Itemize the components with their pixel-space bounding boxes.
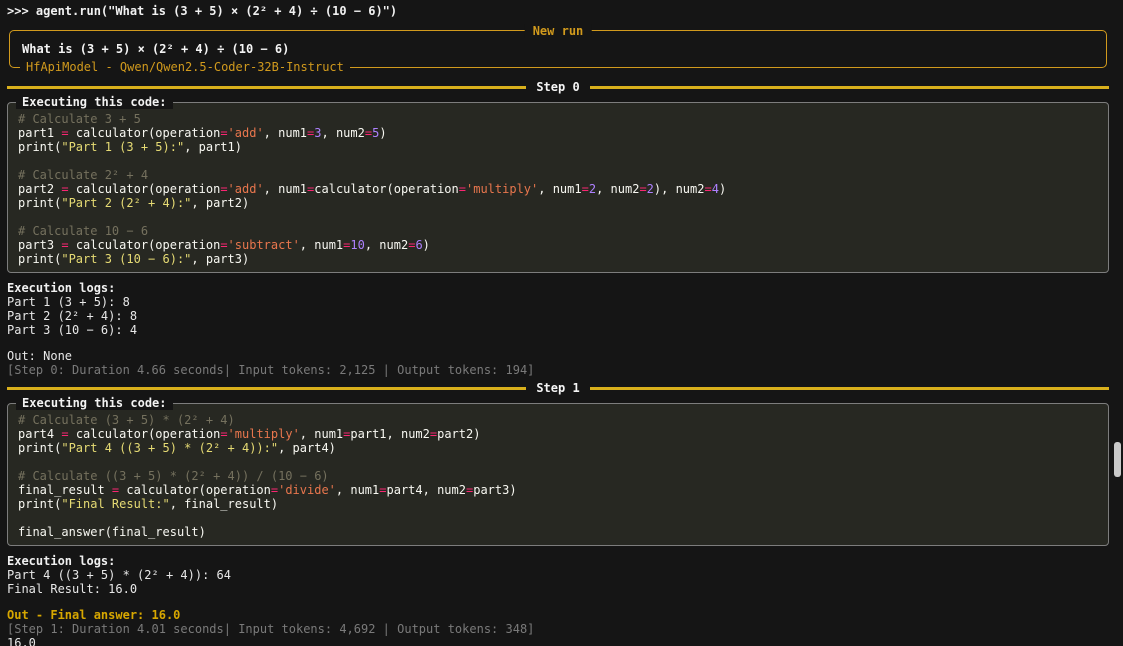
code-line: part3 = calculator(operation='subtract',… — [18, 238, 430, 252]
code-line: final_answer(final_result) — [18, 525, 206, 539]
code-line: # Calculate 3 + 5 — [18, 112, 141, 126]
task-text: What is (3 + 5) × (2² + 4) ÷ (10 − 6) — [22, 42, 290, 56]
code-line: # Calculate 10 − 6 — [18, 224, 149, 238]
steps-container: Step 0 Executing this code: # Calculate 3 … — [7, 80, 1110, 636]
code-line: part1 = calculator(operation='add', num1… — [18, 126, 387, 140]
step-label: Step 1 — [536, 381, 580, 395]
code-panel: Executing this code: # Calculate 3 + 5 par… — [7, 95, 1109, 273]
code-line: part4 = calculator(operation='multiply',… — [18, 427, 481, 441]
execution-logs-title: Execution logs: — [7, 554, 116, 568]
new-run-panel: New run What is (3 + 5) × (2² + 4) ÷ (10… — [9, 24, 1107, 74]
code-line: # Calculate 2² + 4 — [18, 168, 149, 182]
repl-return-value: 16.0 — [7, 636, 36, 646]
code-line: print("Final Result:", final_result) — [18, 497, 279, 511]
out-line: Out - Final answer: 16.0 — [7, 608, 181, 622]
code-line: print("Part 1 (3 + 5):", part1) — [18, 140, 242, 154]
rule-line — [7, 85, 527, 89]
step-rule: Step 0 — [7, 80, 1110, 94]
model-name: HfApiModel - Qwen/Qwen2.5-Coder-32B-Inst… — [20, 60, 350, 74]
step-rule: Step 1 — [7, 381, 1110, 395]
terminal-window: >>> agent.run("What is (3 + 5) × (2² + 4… — [0, 0, 1123, 646]
code-panel-title: Executing this code: — [16, 95, 173, 109]
code-panel-title: Executing this code: — [16, 396, 173, 410]
rule-line — [589, 85, 1110, 89]
step-footer: [Step 1: Duration 4.01 seconds| Input to… — [7, 622, 535, 636]
code-line: print("Part 2 (2² + 4):", part2) — [18, 196, 250, 210]
code-line: final_result = calculator(operation='div… — [18, 483, 517, 497]
code-line: # Calculate ((3 + 5) * (2² + 4)) / (10 −… — [18, 469, 329, 483]
step-footer: [Step 0: Duration 4.66 seconds| Input to… — [7, 363, 535, 377]
scrollbar[interactable] — [1111, 0, 1123, 646]
scrollbar-thumb[interactable] — [1114, 442, 1121, 477]
repl-command: >>> agent.run("What is (3 + 5) × (2² + 4… — [7, 4, 398, 18]
rule-line — [7, 386, 527, 390]
rule-line — [589, 386, 1110, 390]
log-line: Part 4 ((3 + 5) * (2² + 4)): 64 — [7, 568, 231, 582]
code-line: # Calculate (3 + 5) * (2² + 4) — [18, 413, 235, 427]
log-line: Final Result: 16.0 — [7, 582, 138, 596]
log-line: Part 1 (3 + 5): 8 — [7, 295, 130, 309]
out-line: Out: None — [7, 349, 73, 363]
code-panel: Executing this code: # Calculate (3 + 5) … — [7, 396, 1109, 546]
code-line: part2 = calculator(operation='add', num1… — [18, 182, 727, 196]
step-label: Step 0 — [536, 80, 580, 94]
log-line: Part 3 (10 − 6): 4 — [7, 323, 138, 337]
code-line: print("Part 3 (10 − 6):", part3) — [18, 252, 250, 266]
log-line: Part 2 (2² + 4): 8 — [7, 309, 138, 323]
code-line: print("Part 4 ((3 + 5) * (2² + 4)):", pa… — [18, 441, 336, 455]
execution-logs-title: Execution logs: — [7, 281, 116, 295]
new-run-title: New run — [524, 24, 592, 38]
